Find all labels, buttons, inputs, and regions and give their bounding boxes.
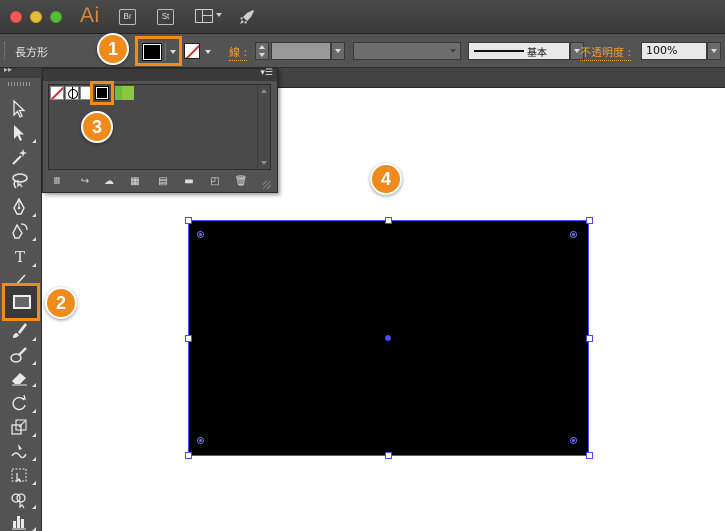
- blob-brush-icon: [10, 347, 27, 363]
- live-corner-widget[interactable]: [570, 437, 577, 444]
- stroke-label[interactable]: 線 :: [229, 44, 248, 61]
- place-swatches-icon[interactable]: ↪: [78, 176, 92, 188]
- live-corner-widget[interactable]: [570, 231, 577, 238]
- fill-swatch[interactable]: [142, 43, 162, 61]
- warp-tool[interactable]: [8, 440, 36, 462]
- bounding-handle-left[interactable]: [185, 335, 192, 342]
- app-logo: Ai: [80, 4, 100, 27]
- opacity-dropdown-icon[interactable]: [707, 42, 721, 60]
- free-transform-icon: [11, 468, 27, 483]
- show-kinds-icon[interactable]: ▦: [128, 176, 142, 188]
- brush-definition-select[interactable]: 基本: [468, 42, 570, 60]
- title-bar: Ai Br St: [0, 0, 725, 34]
- swatch-list-scrollbar[interactable]: [257, 86, 269, 168]
- bounding-handle-bottom[interactable]: [385, 452, 392, 459]
- lasso-icon: [12, 173, 28, 189]
- bounding-handle-top-right[interactable]: [586, 217, 593, 224]
- curvature-tool-icon: [12, 223, 28, 239]
- pen-tool-icon: [13, 197, 25, 215]
- new-swatch-icon[interactable]: ◰: [208, 176, 222, 188]
- stock-button[interactable]: St: [157, 9, 174, 25]
- eraser-tool[interactable]: [8, 366, 36, 388]
- brush-stroke-preview: [474, 50, 524, 52]
- tools-panel-header[interactable]: ▸▸: [0, 65, 42, 78]
- paintbrush-icon: [13, 323, 27, 338]
- free-transform-tool[interactable]: [8, 464, 36, 486]
- scale-tool[interactable]: [8, 416, 36, 438]
- control-bar-grip[interactable]: [4, 42, 6, 60]
- workspace-layout-icon[interactable]: [195, 9, 213, 23]
- stroke-weight-dropdown-icon[interactable]: [331, 42, 345, 60]
- bounding-handle-top-left[interactable]: [185, 217, 192, 224]
- stroke-weight-stepper[interactable]: [255, 42, 269, 60]
- fill-dropdown-icon[interactable]: [165, 43, 178, 61]
- swatch-green-light[interactable]: [122, 86, 134, 100]
- brush-label: 基本: [527, 48, 547, 59]
- blob-brush-tool[interactable]: [8, 344, 36, 366]
- shape-builder-tool[interactable]: [8, 488, 36, 510]
- callout-badge-3: 3: [81, 111, 113, 143]
- type-tool-icon: T: [14, 248, 25, 266]
- selection-tool[interactable]: [8, 98, 32, 120]
- opacity-input[interactable]: 100%: [641, 42, 707, 60]
- fill-color-control[interactable]: [135, 36, 182, 66]
- paintbrush-tool[interactable]: [8, 320, 36, 342]
- eraser-icon: [12, 373, 27, 386]
- magic-wand-tool[interactable]: [8, 146, 32, 168]
- bounding-handle-top[interactable]: [385, 217, 392, 224]
- layout-dropdown-icon[interactable]: [216, 13, 222, 17]
- delete-swatch-icon[interactable]: 🗑: [234, 176, 248, 188]
- bounding-handle-bottom-right[interactable]: [586, 452, 593, 459]
- rocket-icon[interactable]: [237, 7, 257, 27]
- lasso-tool[interactable]: [8, 170, 32, 192]
- object-type-label: 長方形: [15, 46, 48, 59]
- live-corner-widget[interactable]: [197, 231, 204, 238]
- variable-width-profile-select[interactable]: [353, 42, 461, 60]
- swatches-panel-header[interactable]: ▾☰: [43, 68, 277, 81]
- stroke-dropdown-icon[interactable]: [202, 43, 215, 60]
- type-tool[interactable]: T: [8, 246, 36, 268]
- shape-builder-icon: [11, 493, 26, 509]
- direct-selection-tool[interactable]: [8, 122, 36, 144]
- opacity-label[interactable]: 不透明度 :: [580, 44, 632, 61]
- graph-tool[interactable]: [8, 510, 36, 531]
- stroke-swatch[interactable]: [184, 43, 200, 59]
- bridge-button[interactable]: Br: [119, 9, 136, 25]
- swatches-panel-footer: Ⅲ ↪ ☁ ▦ ▤ ▬ ◰ 🗑: [48, 176, 273, 190]
- swatch-library-icon[interactable]: Ⅲ: [50, 176, 64, 188]
- panel-menu-icon[interactable]: ▾☰: [260, 68, 273, 78]
- magic-wand-icon: [12, 149, 27, 165]
- curvature-tool[interactable]: [8, 220, 36, 242]
- swatch-none[interactable]: [50, 86, 64, 100]
- callout-badge-2: 2: [45, 287, 77, 319]
- rotate-tool-icon: [12, 394, 26, 411]
- selection-tool-icon: [13, 99, 26, 118]
- swatch-options-icon[interactable]: ▤: [156, 176, 170, 188]
- window-maximize-button[interactable]: [50, 11, 62, 23]
- new-color-group-icon[interactable]: ▬: [182, 176, 196, 188]
- bounding-handle-right[interactable]: [586, 335, 593, 342]
- bounding-handle-bottom-left[interactable]: [185, 452, 192, 459]
- callout-badge-4: 4: [370, 163, 402, 195]
- rotate-tool[interactable]: [8, 392, 36, 414]
- center-point: [385, 335, 391, 341]
- rectangle-tool[interactable]: [2, 283, 40, 321]
- swatch-registration[interactable]: [65, 86, 79, 100]
- swatches-panel: ▾☰ Ⅲ ↪ ☁ ▦ ▤ ▬ ◰ 🗑: [42, 68, 278, 193]
- callout-badge-1: 1: [97, 33, 129, 65]
- window-minimize-button[interactable]: [30, 11, 42, 23]
- stroke-weight-input[interactable]: [271, 42, 331, 60]
- scale-tool-icon: [11, 419, 27, 435]
- pen-tool[interactable]: [8, 196, 36, 218]
- direct-selection-tool-icon: [14, 125, 24, 141]
- live-corner-widget[interactable]: [197, 437, 204, 444]
- warp-tool-icon: [11, 444, 27, 459]
- cc-libraries-icon[interactable]: ☁: [102, 176, 116, 188]
- tools-panel-grip[interactable]: [8, 82, 32, 86]
- swatch-black[interactable]: [90, 81, 114, 105]
- graph-tool-icon: [12, 516, 26, 530]
- panel-resize-grip[interactable]: [263, 181, 271, 189]
- rectangle-tool-icon: [13, 295, 31, 309]
- window-close-button[interactable]: [10, 11, 22, 23]
